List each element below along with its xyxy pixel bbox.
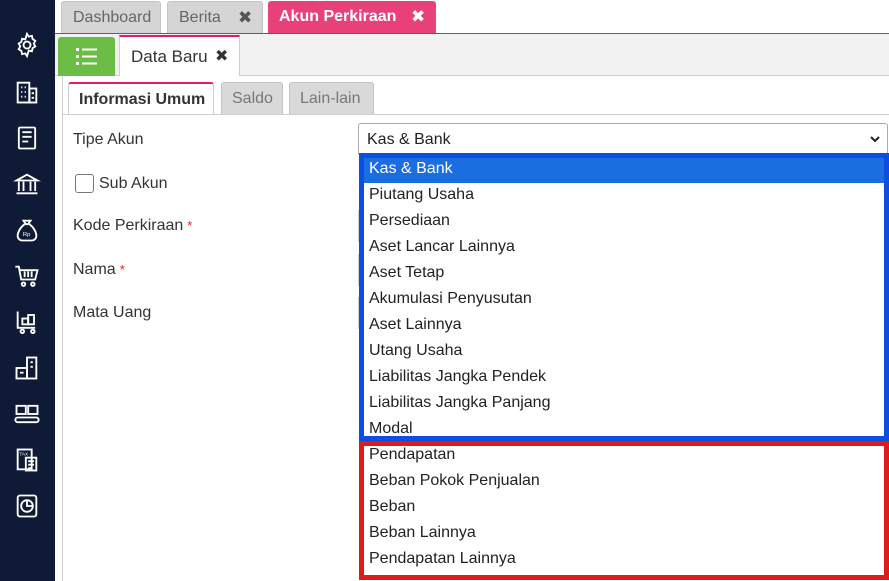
svg-text:Rp: Rp — [23, 232, 30, 238]
tab-label: Akun Perkiraan — [279, 8, 397, 25]
tab-lain-lain[interactable]: Lain-lain — [289, 82, 374, 114]
chevron-down-icon — [870, 136, 880, 143]
close-icon[interactable]: ✖ — [411, 1, 425, 33]
dropdown-option[interactable]: Beban — [363, 495, 885, 521]
tab-informasi-umum[interactable]: Informasi Umum — [68, 82, 214, 115]
required-mark: * — [119, 262, 125, 277]
label-text: Kode Perkiraan — [73, 217, 184, 234]
conveyor-icon[interactable] — [13, 400, 41, 428]
book-icon[interactable] — [13, 124, 41, 152]
mata-uang-label: Mata Uang — [73, 304, 152, 321]
svg-text:TAX: TAX — [19, 451, 29, 456]
dropdown-option[interactable]: Kas & Bank — [363, 157, 885, 183]
list-icon — [76, 48, 97, 65]
dropdown-option[interactable]: Aset Tetap — [363, 261, 885, 287]
tab-divider — [62, 114, 889, 115]
dropdown-option[interactable]: Liabilitas Jangka Panjang — [363, 391, 885, 417]
top-tab-bar: Dashboard Berita ✖ Akun Perkiraan ✖ — [55, 0, 889, 34]
delivery-cart-icon[interactable] — [13, 308, 41, 336]
dropdown-option[interactable]: Aset Lancar Lainnya — [363, 235, 885, 261]
dropdown-option[interactable]: Akumulasi Penyusutan — [363, 287, 885, 313]
dropdown-option[interactable]: Modal — [363, 417, 885, 443]
sub-akun-checkbox[interactable] — [75, 174, 94, 193]
dropdown-option[interactable]: Aset Lainnya — [363, 313, 885, 339]
tipe-akun-label: Tipe Akun — [73, 131, 144, 148]
select-value: Kas & Bank — [367, 131, 451, 148]
sidebar: Rp TAX — [0, 0, 55, 581]
dropdown-option[interactable]: Pendapatan — [363, 443, 885, 469]
close-icon[interactable]: ✖ — [238, 2, 252, 34]
tab-label: Informasi Umum — [79, 91, 206, 108]
cart-icon[interactable] — [13, 262, 41, 290]
tab-label: Lain-lain — [300, 90, 361, 107]
tab-label: Dashboard — [73, 9, 152, 26]
menu-button[interactable] — [58, 37, 115, 76]
tab-berita[interactable]: Berita ✖ — [167, 1, 263, 33]
tab-data-baru[interactable]: Data Baru ✖ — [119, 35, 240, 76]
tab-akun-perkiraan[interactable]: Akun Perkiraan ✖ — [268, 1, 436, 33]
dropdown-option[interactable]: Beban Pokok Penjualan — [363, 469, 885, 495]
kode-perkiraan-label: Kode Perkiraan * — [73, 217, 192, 235]
tab-dashboard[interactable]: Dashboard — [61, 1, 161, 33]
tax-icon[interactable]: TAX — [13, 446, 41, 474]
money-bag-icon[interactable]: Rp — [13, 216, 41, 244]
dropdown-option[interactable]: Piutang Usaha — [363, 183, 885, 209]
dropdown-option[interactable]: Pendapatan Lainnya — [363, 547, 885, 573]
tab-label: Data Baru — [131, 47, 208, 66]
building-icon[interactable] — [13, 78, 41, 106]
gear-icon[interactable] — [13, 31, 41, 59]
tipe-akun-select[interactable]: Kas & Bank — [358, 123, 888, 156]
label-text: Nama — [73, 261, 116, 278]
dropdown-option[interactable]: Persediaan — [363, 209, 885, 235]
tab-label: Saldo — [232, 90, 273, 107]
sub-tab-bar: Data Baru ✖ — [55, 34, 889, 76]
report-chart-icon[interactable] — [13, 492, 41, 520]
dropdown-option[interactable]: Beban Lainnya — [363, 521, 885, 547]
sub-akun-label: Sub Akun — [99, 175, 168, 192]
tab-label: Berita — [179, 9, 221, 26]
nama-label: Nama * — [73, 261, 125, 279]
dropdown-option[interactable]: Utang Usaha — [363, 339, 885, 365]
tab-saldo[interactable]: Saldo — [221, 82, 283, 114]
tipe-akun-dropdown: Kas & Bank Piutang Usaha Persediaan Aset La… — [362, 156, 886, 576]
close-icon[interactable]: ✖ — [215, 37, 228, 77]
warehouse-icon[interactable] — [13, 354, 41, 382]
bank-icon[interactable] — [13, 170, 41, 198]
required-mark: * — [187, 218, 193, 233]
dropdown-option[interactable]: Liabilitas Jangka Pendek — [363, 365, 885, 391]
